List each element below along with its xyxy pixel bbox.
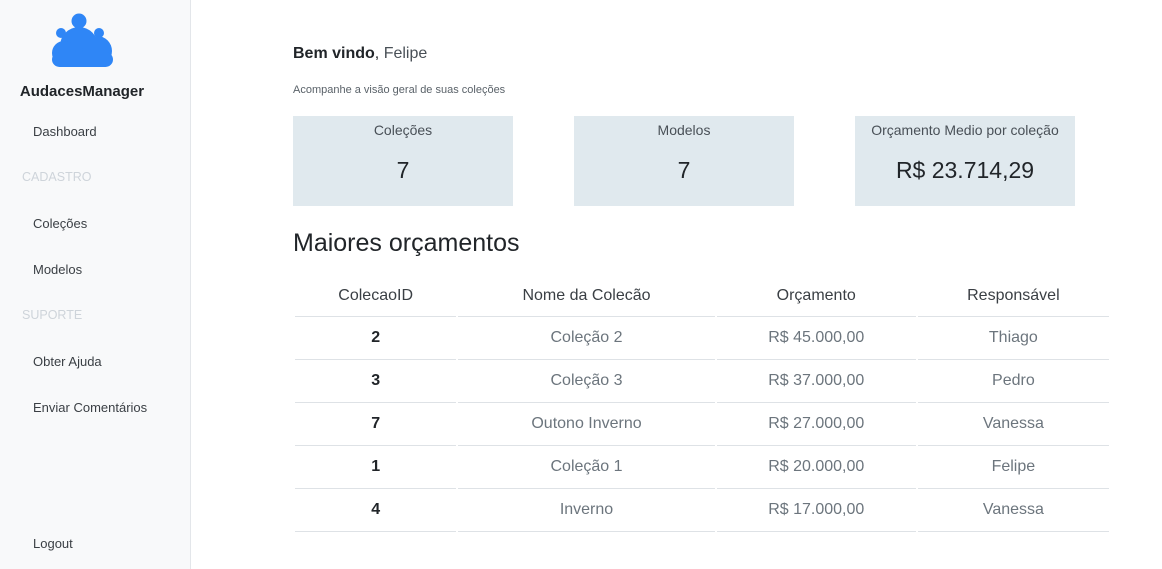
card-value: 7 [396, 157, 410, 183]
card-label: Modelos [657, 122, 711, 138]
cell-orcamento: R$ 27.000,00 [716, 403, 916, 446]
card-label: Coleções [373, 122, 433, 138]
cell-colecaoid: 4 [295, 489, 457, 532]
card-label: Orçamento Medio por coleção [871, 122, 1059, 138]
nav-colecoes[interactable]: Coleções [33, 216, 87, 231]
cell-orcamento: R$ 17.000,00 [716, 489, 916, 532]
cell-nome: Coleção 3 [458, 360, 715, 403]
user-name: Felipe [383, 45, 428, 62]
card-orcamento-medio: Orçamento Medio por coleção R$ 23.714,29 [855, 116, 1075, 206]
cell-nome: Outono Inverno [458, 403, 715, 446]
cell-nome: Coleção 1 [458, 446, 715, 489]
app-name: AudacesManager [19, 83, 145, 100]
card-value: R$ 23.714,29 [895, 157, 1035, 183]
logout-link[interactable]: Logout [33, 536, 73, 551]
cloud-users-icon[interactable] [48, 12, 116, 72]
column-header-colecaoid: ColecaoID [295, 276, 457, 317]
page-subtitle: Acompanhe a visão geral de suas coleções [293, 84, 506, 96]
column-header-orcamento: Orçamento [716, 276, 916, 317]
card-value: 7 [677, 157, 691, 183]
cell-colecaoid: 1 [295, 446, 457, 489]
sidebar: AudacesManager Dashboard CADASTRO Coleçõ… [0, 0, 191, 569]
section-title: Maiores orçamentos [293, 229, 520, 257]
table-row: 4 Inverno R$ 17.000,00 Vanessa [295, 489, 1109, 532]
nav-section-suporte: SUPORTE [22, 308, 83, 322]
nav-dashboard[interactable]: Dashboard [33, 124, 97, 139]
table-row: 7 Outono Inverno R$ 27.000,00 Vanessa [295, 403, 1109, 446]
cell-nome: Inverno [458, 489, 715, 532]
card-modelos: Modelos 7 [574, 116, 794, 206]
welcome-separator: , [374, 45, 384, 62]
table-row: 2 Coleção 2 R$ 45.000,00 Thiago [295, 317, 1109, 360]
main-content: Bem vindo, Felipe Acompanhe a visão gera… [191, 0, 1162, 569]
ranking-table: ColecaoID Nome da Colecão Orçamento Resp… [293, 276, 1111, 532]
cell-colecaoid: 3 [295, 360, 457, 403]
cell-orcamento: R$ 20.000,00 [716, 446, 916, 489]
nav-modelos[interactable]: Modelos [33, 262, 82, 277]
column-header-nome: Nome da Colecão [458, 276, 715, 317]
welcome-message: Bem vindo, Felipe [293, 45, 427, 63]
cell-responsavel: Felipe [917, 446, 1109, 489]
cell-orcamento: R$ 45.000,00 [716, 317, 916, 360]
nav-enviar-comentarios[interactable]: Enviar Comentários [33, 400, 147, 415]
cell-responsavel: Vanessa [917, 489, 1109, 532]
cell-responsavel: Thiago [917, 317, 1109, 360]
cell-colecaoid: 2 [295, 317, 457, 360]
card-colecoes: Coleções 7 [293, 116, 513, 206]
cell-nome: Coleção 2 [458, 317, 715, 360]
cell-responsavel: Pedro [917, 360, 1109, 403]
table-row: 1 Coleção 1 R$ 20.000,00 Felipe [295, 446, 1109, 489]
welcome-label: Bem vindo [293, 45, 375, 62]
cell-responsavel: Vanessa [917, 403, 1109, 446]
table-header-row: ColecaoID Nome da Colecão Orçamento Resp… [295, 276, 1109, 317]
cell-orcamento: R$ 37.000,00 [716, 360, 916, 403]
nav-obter-ajuda[interactable]: Obter Ajuda [33, 354, 102, 369]
nav-section-cadastro: CADASTRO [22, 170, 92, 184]
cell-colecaoid: 7 [295, 403, 457, 446]
column-header-responsavel: Responsável [917, 276, 1109, 317]
table-row: 3 Coleção 3 R$ 37.000,00 Pedro [295, 360, 1109, 403]
